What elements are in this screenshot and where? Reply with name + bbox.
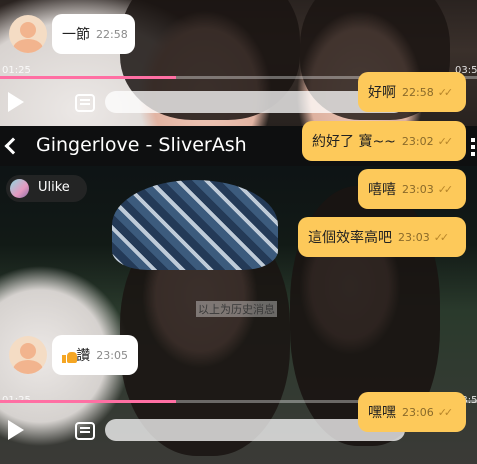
comment-icon[interactable] <box>75 422 95 440</box>
message-bubble[interactable]: 讚 23:05 <box>52 335 138 375</box>
read-receipt-icon: ✓✓ <box>437 405 454 419</box>
comment-icon[interactable] <box>75 94 95 112</box>
read-receipt-icon: ✓✓ <box>437 134 454 148</box>
message-text: 這個效率高吧 <box>308 230 392 246</box>
read-receipt-icon: ✓✓ <box>437 182 454 196</box>
message-time: 23:06 <box>402 405 434 419</box>
message-text: 好啊 <box>368 85 396 101</box>
channel-name: Ulike <box>38 180 70 195</box>
hat-shape <box>112 180 278 270</box>
message-time: 23:02 <box>401 134 434 148</box>
contact-avatar[interactable] <box>9 336 47 374</box>
message-time: 22:58 <box>402 85 434 99</box>
message-time: 23:05 <box>96 348 128 362</box>
message-time: 22:58 <box>96 27 128 41</box>
message-bubble[interactable]: 這個效率高吧 23:03 ✓✓ <box>298 217 466 257</box>
message-bubble[interactable]: 嘿嘿 23:06 ✓✓ <box>358 392 466 432</box>
message-text: 讚 <box>76 348 91 364</box>
message-time: 23:03 <box>402 182 434 196</box>
contact-avatar[interactable] <box>9 15 47 53</box>
message-text: 嘻嘻 <box>368 182 396 198</box>
message-time: 23:03 <box>398 230 430 244</box>
message-text: 嘿嘿 <box>368 405 396 421</box>
video-progress-fill <box>0 76 177 79</box>
channel-avatar <box>10 179 29 198</box>
message-bubble[interactable]: 嘻嘻 23:03 ✓✓ <box>358 169 466 209</box>
history-divider-label: 以上为历史消息 <box>196 301 277 317</box>
message-bubble[interactable]: 約好了 寶~~ 23:02 ✓✓ <box>302 121 466 161</box>
video-title: Gingerlove - SliverAsh <box>36 134 247 156</box>
message-bubble[interactable]: 一節 22:58 <box>52 14 135 54</box>
play-icon[interactable] <box>8 420 24 440</box>
video-progress-fill <box>0 400 177 403</box>
more-options-icon[interactable] <box>471 138 475 159</box>
message-text: 一節 <box>62 27 90 43</box>
thumbs-up-icon <box>62 348 78 363</box>
message-text: 約好了 寶~~ <box>312 134 396 150</box>
video-time-elapsed: 01:25 <box>2 65 31 76</box>
message-bubble[interactable]: 好啊 22:58 ✓✓ <box>358 72 466 112</box>
read-receipt-icon: ✓✓ <box>437 85 454 99</box>
channel-badge[interactable]: Ulike <box>6 175 87 202</box>
read-receipt-icon: ✓✓ <box>433 230 450 244</box>
play-icon[interactable] <box>8 92 24 112</box>
